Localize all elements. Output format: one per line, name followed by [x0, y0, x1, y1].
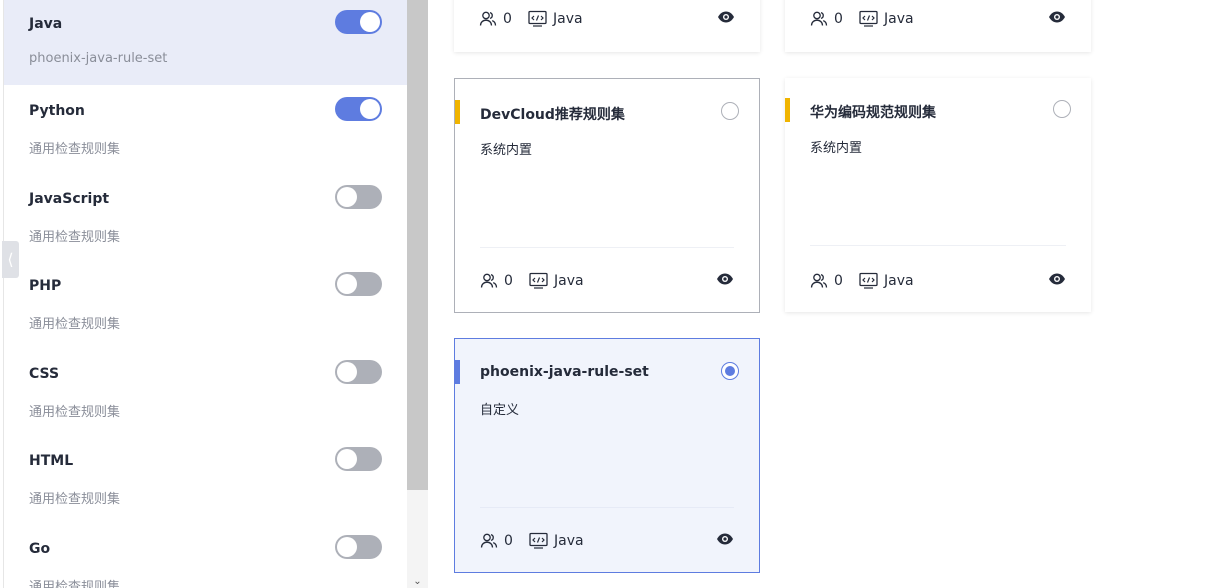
card-language-label: Java [884, 272, 914, 289]
card-divider [810, 245, 1066, 246]
language-ruleset: 通用检查规则集 [29, 317, 121, 332]
ruleset-card[interactable]: 华为编码规范规则集 系统内置 0 Java [785, 78, 1091, 312]
code-icon [529, 532, 548, 549]
card-footer: 0 Java [480, 272, 734, 292]
card-title: DevCloud推荐规则集 [480, 107, 625, 123]
card-divider [480, 507, 734, 508]
card-users: 0 [810, 272, 843, 290]
card-users: 0 [479, 10, 512, 28]
card-language: Java [528, 10, 583, 27]
scroll-down-arrow-icon[interactable]: ⌄ [407, 576, 428, 588]
card-users: 0 [480, 532, 513, 550]
card-language-label: Java [554, 272, 584, 289]
language-name: HTML [29, 453, 74, 469]
card-title: phoenix-java-rule-set [480, 364, 649, 380]
card-users: 0 [480, 272, 513, 290]
panel-scrollbar-thumb[interactable] [407, 0, 428, 490]
language-list: Java phoenix-java-rule-set Python 通用检查规则… [3, 0, 408, 588]
ruleset-card[interactable]: DevCloud推荐规则集 系统内置 0 Java [454, 78, 760, 313]
users-icon [810, 273, 828, 288]
language-name: CSS [29, 366, 60, 382]
language-item-html[interactable]: HTML 通用检查规则集 [4, 437, 408, 522]
language-ruleset: 通用检查规则集 [29, 405, 121, 420]
language-item-go[interactable]: Go 通用检查规则集 [4, 525, 408, 588]
ruleset-card[interactable]: phoenix-java-rule-set 自定义 0 Java [454, 338, 760, 573]
language-toggle[interactable] [335, 185, 382, 209]
language-ruleset: 通用检查规则集 [29, 142, 121, 157]
eye-icon[interactable] [1048, 10, 1066, 28]
card-subtitle: 系统内置 [810, 141, 863, 156]
language-toggle[interactable] [335, 360, 382, 384]
language-toggle[interactable] [335, 535, 382, 559]
users-icon [480, 273, 498, 288]
card-select-radio[interactable] [721, 362, 739, 380]
ruleset-card[interactable]: 0 Java [785, 0, 1091, 52]
card-language-label: Java [554, 532, 584, 549]
code-icon [859, 10, 878, 27]
card-user-count: 0 [834, 273, 843, 289]
eye-icon[interactable] [717, 10, 735, 28]
card-user-count: 0 [504, 273, 513, 289]
card-accent-bar [785, 98, 790, 122]
users-icon [810, 11, 828, 26]
collapse-panel-button[interactable]: ⟨ [2, 241, 19, 278]
card-accent-bar [455, 360, 460, 384]
language-name: JavaScript [29, 191, 110, 207]
language-ruleset: 通用检查规则集 [29, 580, 121, 588]
code-icon [529, 272, 548, 289]
card-user-count: 0 [503, 11, 512, 27]
language-ruleset: 通用检查规则集 [29, 230, 121, 245]
card-accent-bar [455, 100, 460, 124]
card-select-radio[interactable] [721, 102, 739, 120]
language-toggle[interactable] [335, 10, 382, 34]
language-ruleset: 通用检查规则集 [29, 492, 121, 507]
language-item-javascript[interactable]: JavaScript 通用检查规则集 [4, 175, 408, 260]
card-user-count: 0 [834, 11, 843, 27]
language-name: Java [29, 16, 63, 32]
language-name: Go [29, 541, 51, 557]
eye-icon[interactable] [1048, 272, 1066, 290]
chevron-left-icon: ⟨ [7, 250, 14, 269]
language-toggle[interactable] [335, 97, 382, 121]
card-divider [480, 247, 734, 248]
eye-icon[interactable] [716, 532, 734, 550]
card-user-count: 0 [504, 533, 513, 549]
card-title: 华为编码规范规则集 [810, 105, 936, 121]
language-toggle[interactable] [335, 447, 382, 471]
language-toggle[interactable] [335, 272, 382, 296]
users-icon [480, 533, 498, 548]
language-item-java[interactable]: Java phoenix-java-rule-set [4, 0, 408, 85]
language-ruleset: phoenix-java-rule-set [29, 51, 168, 66]
language-item-css[interactable]: CSS 通用检查规则集 [4, 350, 408, 435]
card-users: 0 [810, 10, 843, 28]
card-footer: 0 Java [479, 10, 735, 30]
language-name: PHP [29, 278, 62, 294]
card-subtitle: 系统内置 [480, 143, 533, 158]
language-name: Python [29, 103, 85, 119]
card-language-label: Java [884, 10, 914, 27]
card-language-label: Java [553, 10, 583, 27]
language-item-python[interactable]: Python 通用检查规则集 [4, 87, 408, 172]
card-language: Java [529, 532, 584, 549]
card-footer: 0 Java [810, 272, 1066, 292]
code-icon [859, 272, 878, 289]
card-language: Java [859, 272, 914, 289]
eye-icon[interactable] [716, 272, 734, 290]
card-footer: 0 Java [810, 10, 1066, 30]
card-language: Java [859, 10, 914, 27]
code-icon [528, 10, 547, 27]
card-select-radio[interactable] [1053, 100, 1071, 118]
card-subtitle: 自定义 [480, 403, 520, 418]
language-item-php[interactable]: PHP 通用检查规则集 [4, 262, 408, 347]
card-language: Java [529, 272, 584, 289]
ruleset-card[interactable]: 0 Java [454, 0, 760, 52]
card-footer: 0 Java [480, 532, 734, 552]
users-icon [479, 11, 497, 26]
